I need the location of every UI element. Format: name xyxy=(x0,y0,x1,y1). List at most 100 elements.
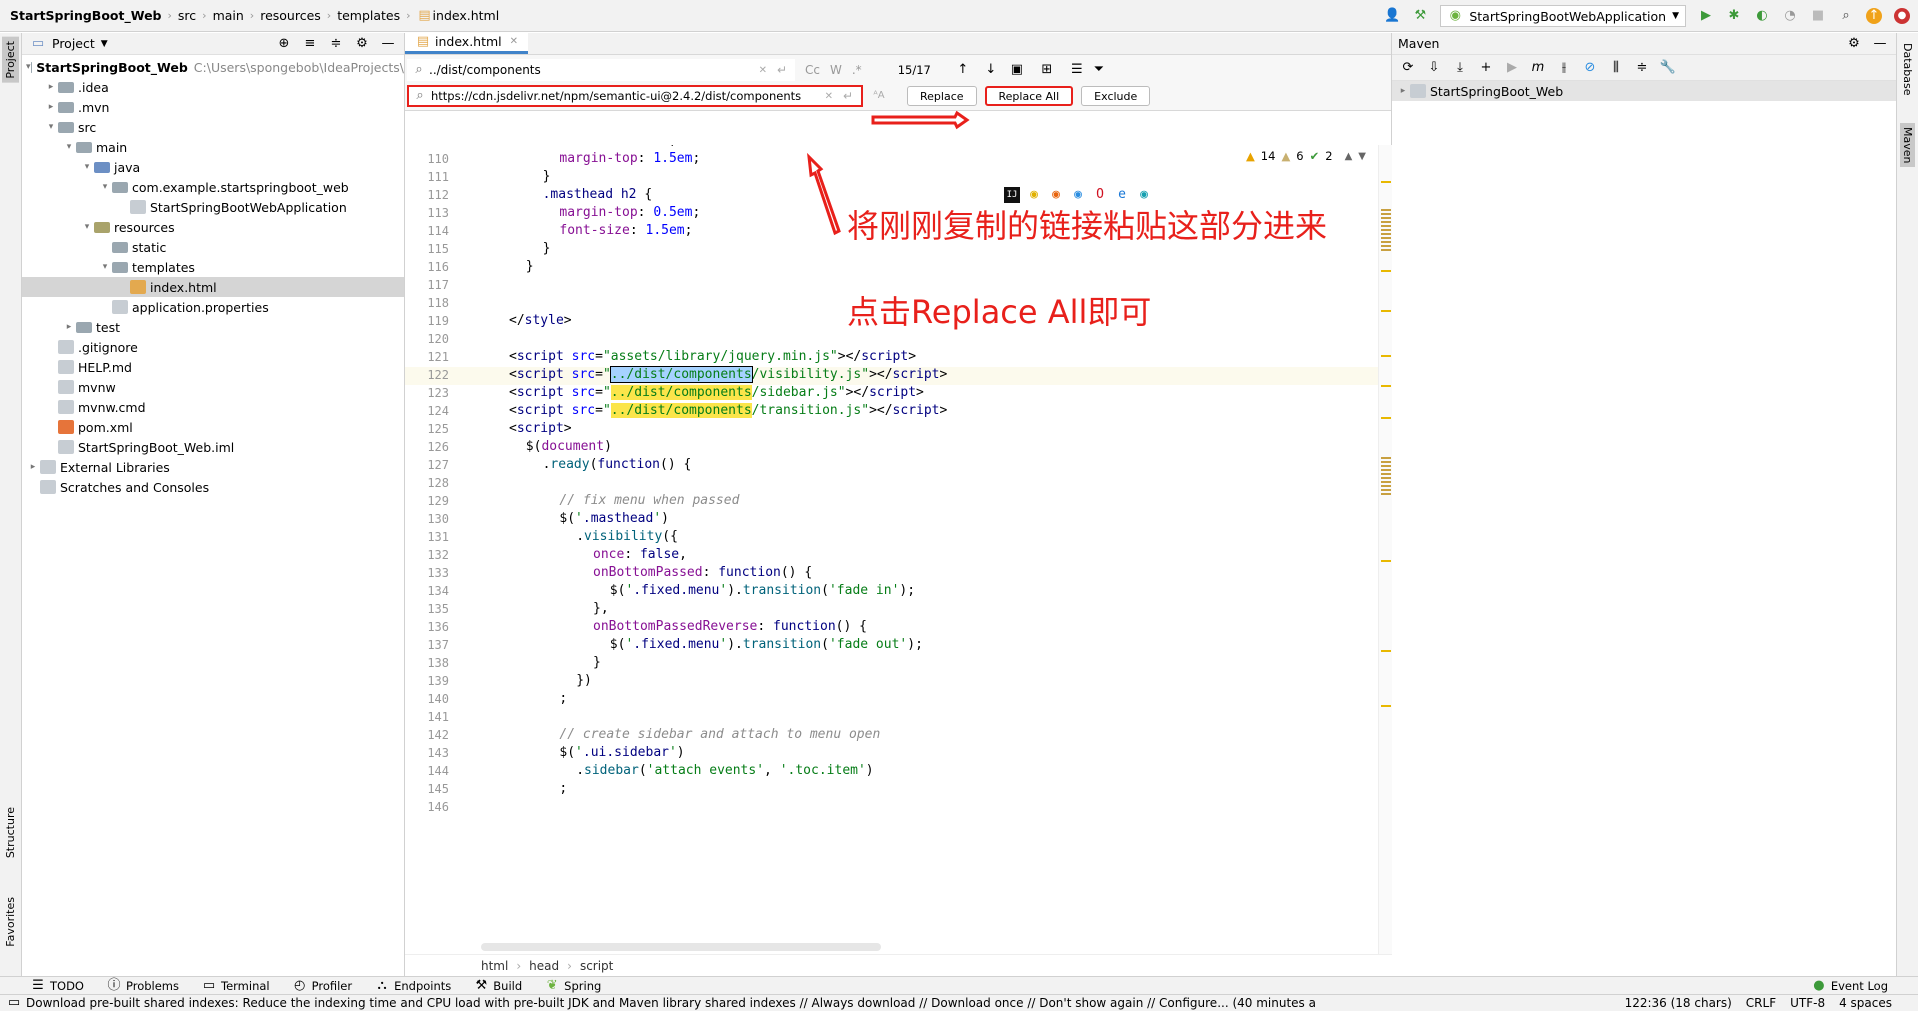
tree-item[interactable]: index.html xyxy=(22,277,404,297)
code-line[interactable]: </style> xyxy=(509,313,572,328)
horizontal-scrollbar[interactable] xyxy=(481,943,881,951)
crumb-file[interactable]: index.html xyxy=(433,8,500,23)
code-line[interactable]: .sidebar('attach events', '.toc.item') xyxy=(576,763,873,778)
tree-item[interactable]: mvnw.cmd xyxy=(22,397,404,417)
chevron-up-icon[interactable]: ▲ xyxy=(1345,151,1353,162)
tree-item[interactable]: .gitignore xyxy=(22,337,404,357)
code-line[interactable]: // create sidebar and attach to menu ope… xyxy=(559,727,880,742)
replace-button[interactable]: Replace xyxy=(907,86,977,106)
regex-toggle[interactable]: .* xyxy=(852,63,862,77)
crumb-src[interactable]: src xyxy=(178,8,196,23)
code-line[interactable]: ; xyxy=(559,781,567,796)
clear-icon[interactable]: ✕ xyxy=(759,65,767,76)
code-line[interactable]: } xyxy=(526,259,534,274)
crumb-templates[interactable]: templates xyxy=(337,8,400,23)
replace-all-button[interactable]: Replace All xyxy=(984,86,1074,106)
indent-setting[interactable]: 4 spaces xyxy=(1839,996,1892,1010)
tree-item[interactable]: static xyxy=(22,237,404,257)
locate-icon[interactable]: ⊕ xyxy=(276,36,292,52)
toggle-offline-icon[interactable]: ⫲ xyxy=(1556,60,1572,76)
stop-icon[interactable]: ■ xyxy=(1810,8,1826,24)
debug-icon[interactable]: ✱ xyxy=(1726,8,1742,24)
replace-field[interactable]: ⌕ https://cdn.jsdelivr.net/npm/semantic-… xyxy=(407,85,863,107)
words-toggle[interactable]: W xyxy=(830,63,842,77)
code-line[interactable]: <script src="../dist/components/sidebar.… xyxy=(509,385,924,400)
preserve-case-icon[interactable]: ᴬA xyxy=(871,88,887,104)
line-separator[interactable]: CRLF xyxy=(1746,996,1776,1010)
tree-item[interactable]: ▾ com.example.startspringboot_web xyxy=(22,177,404,197)
code-line[interactable]: ; xyxy=(559,691,567,706)
clear-icon[interactable]: ✕ xyxy=(825,91,833,102)
prev-occurrence-icon[interactable]: ↑ xyxy=(955,62,971,78)
code-line[interactable]: $('.fixed.menu').transition('fade out'); xyxy=(610,637,923,652)
show-dependencies-icon[interactable]: ⫼ xyxy=(1608,60,1624,76)
scroll-marker-bar[interactable] xyxy=(1378,145,1392,975)
tab-build[interactable]: ⚒ Build xyxy=(473,978,522,994)
close-icon[interactable]: ✕ xyxy=(510,36,518,47)
code-line[interactable]: <script> xyxy=(509,421,572,436)
collapse-icon[interactable]: ≑ xyxy=(1634,60,1650,76)
notification-icon[interactable]: ▭ xyxy=(6,995,22,1011)
tab-spring[interactable]: ❦ Spring xyxy=(544,978,602,994)
tree-item[interactable]: HELP.md xyxy=(22,357,404,377)
file-encoding[interactable]: UTF-8 xyxy=(1790,996,1825,1010)
crumb-main[interactable]: main xyxy=(213,8,244,23)
run-configuration-select[interactable]: ◉ StartSpringBootWebApplication ▼ xyxy=(1440,5,1686,27)
tab-structure[interactable]: Structure xyxy=(2,803,19,862)
ide-logo-icon[interactable]: ● xyxy=(1894,8,1910,24)
code-line[interactable]: margin-top: 0.5em; xyxy=(559,205,700,220)
tab-project[interactable]: Project xyxy=(2,37,19,83)
caret-position[interactable]: 122:36 (18 chars) xyxy=(1625,996,1732,1010)
tree-item[interactable]: StartSpringBootWebApplication xyxy=(22,197,404,217)
tab-profiler[interactable]: ◴ Profiler xyxy=(292,978,352,994)
tab-maven[interactable]: Maven xyxy=(1900,123,1915,168)
tab-database[interactable]: Database xyxy=(1900,39,1915,100)
code-line[interactable]: once: false, xyxy=(593,547,687,562)
tree-item[interactable]: ▾ templates xyxy=(22,257,404,277)
crumb-project[interactable]: StartSpringBoot_Web xyxy=(10,8,162,23)
code-line[interactable]: <script src="../dist/components/transiti… xyxy=(509,403,947,418)
tree-item[interactable]: ▾ StartSpringBoot_Web C:\Users\spongebob\I… xyxy=(22,57,404,77)
chevron-down-icon[interactable]: ▾ xyxy=(62,142,76,152)
expand-all-icon[interactable]: ≡ xyxy=(302,36,318,52)
update-icon[interactable]: ↑ xyxy=(1866,8,1882,24)
chevron-down-icon[interactable]: ▼ xyxy=(1358,151,1366,162)
event-log-button[interactable]: ● Event Log xyxy=(1811,978,1888,994)
chevron-down-icon[interactable]: ▾ xyxy=(98,182,112,192)
newline-icon[interactable]: ↵ xyxy=(843,89,853,103)
code-line[interactable]: .visibility({ xyxy=(576,529,678,544)
code-line[interactable]: }, xyxy=(593,601,609,616)
code-line[interactable]: onBottomPassed: function() { xyxy=(593,565,812,580)
tab-endpoints[interactable]: ⛬ Endpoints xyxy=(374,978,452,994)
tree-item[interactable]: application.properties xyxy=(22,297,404,317)
code-line[interactable]: } xyxy=(543,169,551,184)
find-field[interactable]: ⌕ ../dist/components ✕ ↵ xyxy=(407,59,795,81)
code-line[interactable]: onBottomPassedReverse: function() { xyxy=(593,619,867,634)
tree-item[interactable]: ▾ java xyxy=(22,157,404,177)
chevron-down-icon[interactable]: ▾ xyxy=(26,62,31,72)
code-line[interactable]: <script src="../dist/components/visibili… xyxy=(509,366,947,383)
chevron-down-icon[interactable]: ▾ xyxy=(44,122,58,132)
code-line[interactable]: font-size: 2em; xyxy=(559,145,676,148)
tab-problems[interactable]: ⓘ Problems xyxy=(106,978,179,994)
tree-item[interactable]: StartSpringBoot_Web.iml xyxy=(22,437,404,457)
breadcrumb-script[interactable]: script xyxy=(580,959,613,973)
tree-item[interactable]: Scratches and Consoles xyxy=(22,477,404,497)
code-view[interactable]: 109 font-size: 2em; 110 margin-top: 1.5em; 1… xyxy=(405,145,1392,975)
match-case-toggle[interactable]: Cc xyxy=(805,63,820,77)
tree-item[interactable]: ▾ src xyxy=(22,117,404,137)
collapse-all-icon[interactable]: ≑ xyxy=(328,36,344,52)
tab-terminal[interactable]: ▭ Terminal xyxy=(201,978,270,994)
filter-icon[interactable]: ⏷ xyxy=(1091,62,1107,78)
breadcrumb-html[interactable]: html xyxy=(481,959,508,973)
code-line[interactable]: }) xyxy=(576,673,592,688)
skip-tests-icon[interactable]: ⊘ xyxy=(1582,60,1598,76)
reimport-icon[interactable]: ⇩ xyxy=(1426,60,1442,76)
tree-item[interactable]: ▸ .mvn xyxy=(22,97,404,117)
code-line[interactable]: $(document) xyxy=(526,439,612,454)
coverage-icon[interactable]: ◐ xyxy=(1754,8,1770,24)
download-icon[interactable]: ⤓ xyxy=(1452,60,1468,76)
add-icon[interactable]: + xyxy=(1478,60,1494,76)
code-line[interactable]: font-size: 1.5em; xyxy=(559,223,692,238)
maven-goal-icon[interactable]: m xyxy=(1530,60,1546,76)
